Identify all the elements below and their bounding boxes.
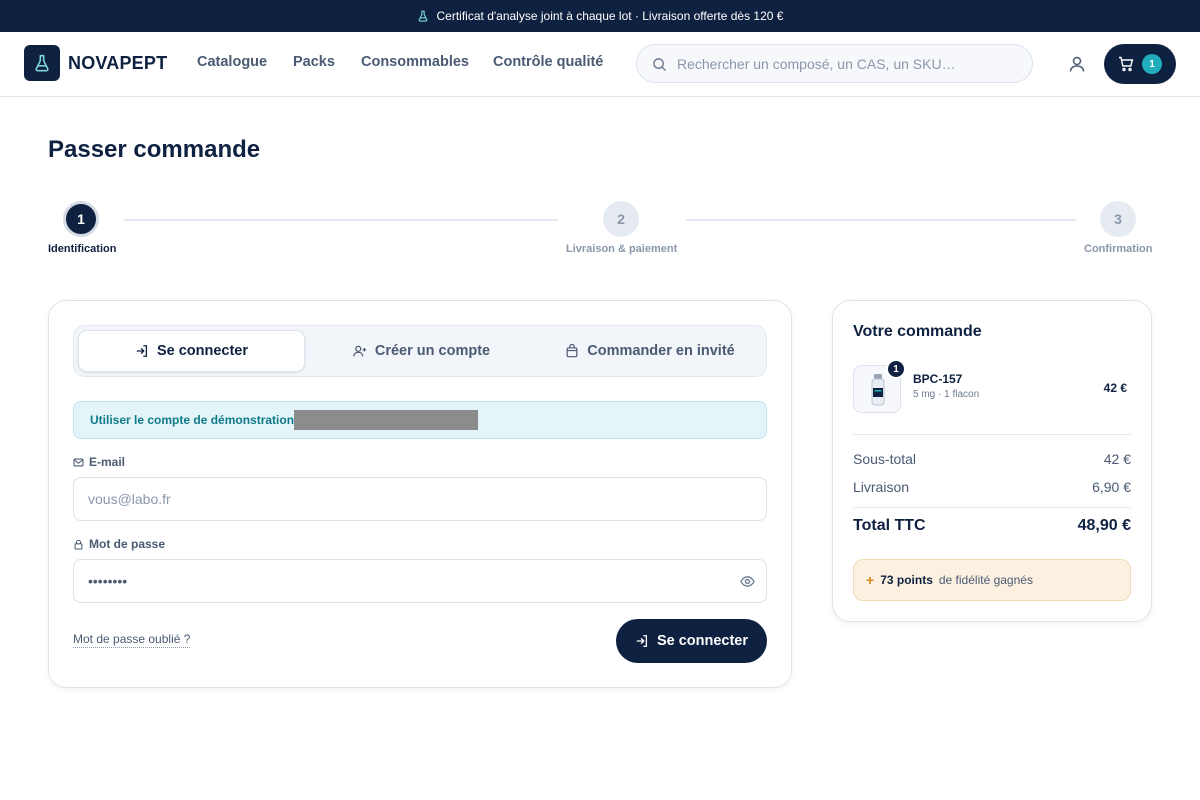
points-value: 73 points — [880, 573, 933, 587]
subtotal-row: Sous-total 42 € — [853, 451, 1131, 467]
email-field — [73, 477, 767, 521]
demo-account-banner[interactable]: Utiliser le compte de démonstration — [73, 401, 767, 439]
total-label: Total TTC — [853, 517, 926, 534]
email-label: E-mail — [73, 455, 125, 469]
order-summary-card: Votre commande 1 BPC-157 5 mg · 1 flacon… — [832, 300, 1152, 622]
password-label: Mot de passe — [73, 537, 165, 551]
flask-icon — [418, 10, 427, 22]
auth-tabs: Se connecter Créer un compte Commander e… — [73, 325, 767, 377]
tab-label: Commander en invité — [587, 343, 735, 359]
announcement-bar: Certificat d'analyse joint à chaque lot … — [0, 0, 1200, 32]
step-1-circle: 1 — [63, 201, 99, 237]
points-suffix: de fidélité gagnés — [938, 573, 1033, 587]
order-summary-title: Votre commande — [853, 323, 982, 340]
submit-label: Se connecter — [656, 633, 749, 649]
step-2-label: Livraison & paiement — [566, 243, 678, 255]
tab-label: Se connecter — [156, 343, 249, 359]
tab-se-connecter[interactable]: Se connecter — [78, 330, 305, 372]
step-2-circle: 2 — [603, 201, 639, 237]
lock-icon — [74, 539, 83, 549]
cart-count-badge: 1 — [1142, 54, 1162, 74]
item-name: BPC-157 — [913, 372, 963, 386]
tab-creer-compte[interactable]: Créer un compte — [309, 330, 534, 372]
shipping-label: Livraison — [853, 479, 910, 495]
shipping-value: 6,90 € — [1092, 479, 1131, 495]
cart-icon — [1119, 56, 1134, 72]
step-connector — [124, 219, 558, 221]
divider — [853, 507, 1131, 508]
site-header: NOVAPEPT Catalogue Packs Consommables Co… — [0, 32, 1200, 97]
user-icon[interactable] — [1067, 54, 1087, 74]
cart-button[interactable]: 1 — [1104, 44, 1176, 84]
shipping-row: Livraison 6,90 € — [853, 479, 1131, 495]
tab-commander-invite[interactable]: Commander en invité — [536, 330, 764, 372]
user-plus-icon — [353, 345, 366, 357]
step-1-label: Identification — [48, 243, 117, 255]
mail-icon — [73, 458, 84, 466]
login-icon — [136, 345, 147, 357]
nav-controle-qualite[interactable]: Contrôle qualité — [493, 54, 603, 70]
password-input[interactable] — [88, 560, 728, 602]
item-quantity-badge: 1 — [886, 359, 906, 379]
vial-icon — [871, 374, 885, 406]
subtotal-label: Sous-total — [853, 451, 917, 467]
nav-packs[interactable]: Packs — [293, 54, 335, 70]
login-icon — [636, 635, 647, 647]
announcement-text: Certificat d'analyse joint à chaque lot … — [436, 9, 784, 23]
search-input[interactable] — [677, 45, 1022, 82]
step-3-circle: 3 — [1100, 201, 1136, 237]
nav-consommables[interactable]: Consommables — [361, 54, 469, 70]
shopping-bag-icon — [566, 344, 578, 358]
step-connector — [686, 219, 1076, 221]
brand-name[interactable]: NOVAPEPT — [68, 53, 167, 74]
redacted-credentials — [294, 410, 479, 430]
item-meta: 5 mg · 1 flacon — [913, 389, 980, 400]
search-icon — [653, 58, 667, 72]
nav-catalogue[interactable]: Catalogue — [197, 54, 267, 70]
eye-icon[interactable] — [740, 574, 755, 589]
forgot-password-link[interactable]: Mot de passe oublié ? — [73, 632, 191, 648]
email-input[interactable] — [88, 478, 728, 520]
demo-account-text: Utiliser le compte de démonstration — [90, 413, 295, 427]
flask-icon — [35, 54, 49, 72]
search-bar — [636, 44, 1033, 83]
auth-card: Se connecter Créer un compte Commander e… — [48, 300, 792, 688]
tab-label: Créer un compte — [374, 343, 491, 359]
logo[interactable] — [24, 45, 60, 81]
page-title: Passer commande — [48, 136, 261, 163]
item-price: 42 € — [1103, 381, 1127, 395]
total-row: Total TTC 48,90 € — [853, 517, 1131, 535]
total-value: 48,90 € — [1077, 517, 1131, 534]
password-field — [73, 559, 767, 603]
divider — [853, 434, 1131, 435]
subtotal-value: 42 € — [1103, 451, 1131, 467]
step-3-label: Confirmation — [1084, 243, 1153, 255]
plus-icon: + — [866, 572, 875, 588]
login-submit-button[interactable]: Se connecter — [616, 619, 767, 663]
loyalty-points-banner: + 73 points de fidélité gagnés — [853, 559, 1131, 601]
